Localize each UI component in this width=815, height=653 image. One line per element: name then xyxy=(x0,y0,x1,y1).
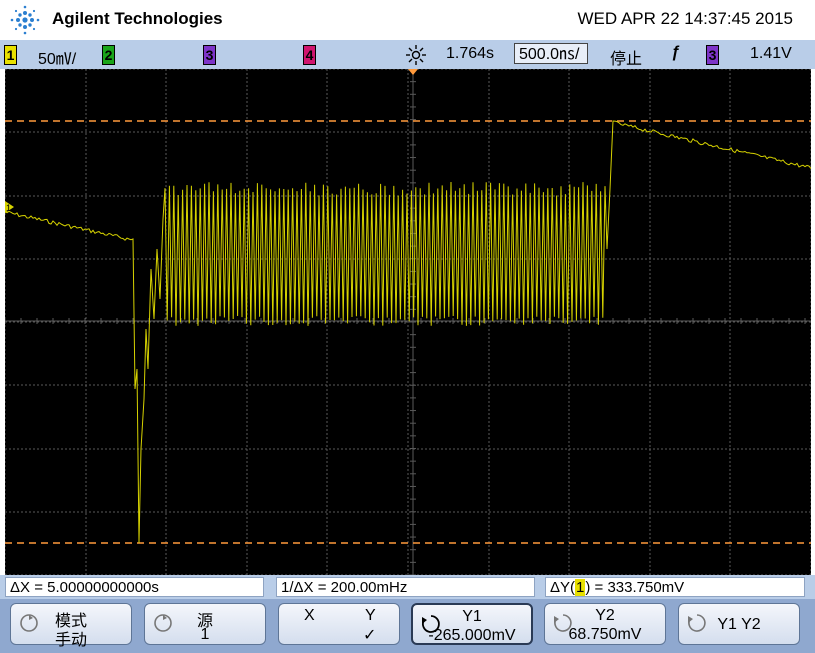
waveform-display[interactable]: 1 xyxy=(5,69,811,575)
channel-1-marker-label: 1 xyxy=(6,203,11,213)
timebase-scale[interactable]: 500.0㎱/ xyxy=(514,43,588,64)
trigger-edge-icon: ƒ xyxy=(671,44,680,61)
channel-1-trace xyxy=(5,120,811,544)
delta-x-readout: ΔX = 5.00000000000s xyxy=(5,577,264,597)
status-bar: 1 50㎷/ 2 3 4 1.764s 500.0㎱/ 停止 ƒ 3 1.41V xyxy=(0,40,815,69)
header: Agilent Technologies WED APR 22 14:37:45… xyxy=(0,0,815,40)
inverse-delta-x-readout: 1/ΔX = 200.00mHz xyxy=(276,577,535,597)
y2-label: Y2 xyxy=(595,607,615,624)
horizontal-delay: 1.764s xyxy=(446,45,495,62)
trigger-level: 1.41V xyxy=(750,45,792,62)
softkey-bar: 模式 手动 源 1 X Y ✓ Y1 -265.000mV Y2 68.750m… xyxy=(0,599,815,653)
brand-name: Agilent Technologies xyxy=(52,9,223,28)
trigger-position-marker xyxy=(408,69,418,75)
y2-softkey[interactable]: Y2 68.750mV xyxy=(544,603,666,645)
y1-y2-softkey[interactable]: Y1 Y2 xyxy=(678,603,800,645)
delta-y-prefix: ΔY( xyxy=(550,579,576,596)
channel-3-indicator[interactable]: 3 xyxy=(203,45,216,65)
source-softkey[interactable]: 源 1 xyxy=(144,603,266,645)
trigger-channel-indicator: 3 xyxy=(706,45,719,65)
channel-1-indicator[interactable]: 1 xyxy=(4,45,17,65)
channel-1-scale: 50㎷/ xyxy=(38,51,77,68)
y-selected-check: ✓ xyxy=(363,627,377,644)
delta-y-value: ) = 333.750mV xyxy=(585,579,685,596)
graticule xyxy=(5,69,811,575)
xy-softkey[interactable]: X Y ✓ xyxy=(278,603,400,645)
delta-y-channel: 1 xyxy=(575,579,586,596)
agilent-logo-icon xyxy=(10,5,40,35)
channel-4-indicator[interactable]: 4 xyxy=(303,45,316,65)
source-value: 1 xyxy=(200,626,210,643)
y1-value: -265.000mV xyxy=(428,627,516,644)
y2-value: 68.750mV xyxy=(568,626,642,643)
channel-1-ground-marker: 1 xyxy=(5,201,14,213)
measurement-bar: ΔX = 5.00000000000s 1/ΔX = 200.00mHz ΔY(… xyxy=(0,575,815,599)
channel-2-indicator[interactable]: 2 xyxy=(102,45,115,65)
delta-y-readout: ΔY(1) = 333.750mV xyxy=(545,577,805,597)
y1-label: Y1 xyxy=(462,608,482,625)
y1-y2-label: Y1 Y2 xyxy=(717,616,761,633)
y1-softkey[interactable]: Y1 -265.000mV xyxy=(411,603,533,645)
horizontal-delay-icon xyxy=(406,45,426,65)
run-state: 停止 xyxy=(610,51,643,68)
mode-softkey[interactable]: 模式 手动 xyxy=(10,603,132,649)
mode-value: 手动 xyxy=(54,632,87,649)
x-label: X xyxy=(304,607,315,624)
y-label: Y xyxy=(365,607,376,624)
datetime: WED APR 22 14:37:45 2015 xyxy=(577,9,793,28)
